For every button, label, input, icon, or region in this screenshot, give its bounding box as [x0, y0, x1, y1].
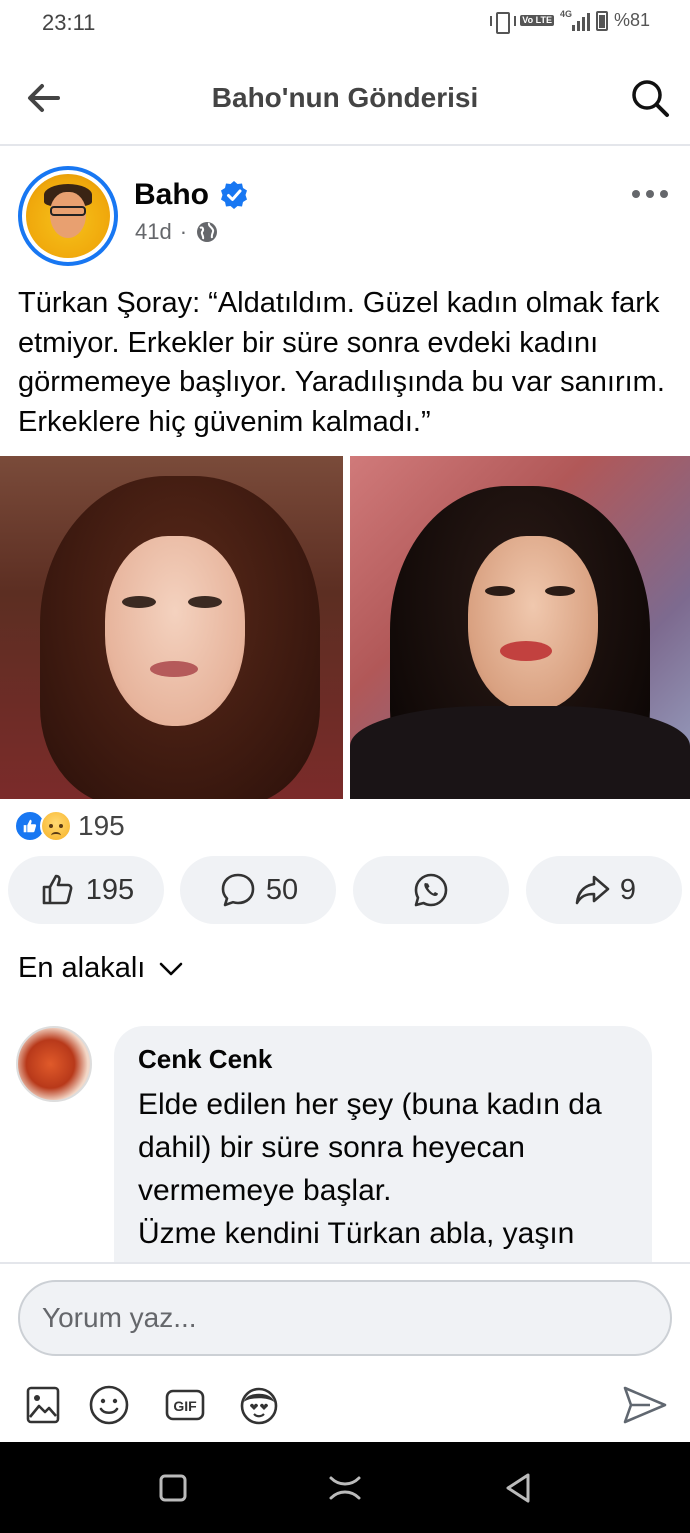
avatar-sticker-icon[interactable] [236, 1382, 282, 1428]
network-type: 4G [559, 8, 572, 19]
send-icon[interactable] [620, 1380, 670, 1430]
whatsapp-share-button[interactable] [353, 856, 509, 924]
post-photo-1[interactable] [0, 456, 343, 799]
back-nav-icon[interactable] [500, 1470, 536, 1506]
share-button[interactable]: 9 [526, 856, 682, 924]
volte-icon: Vo LTE [520, 15, 554, 26]
post-time[interactable]: 41d [135, 219, 172, 245]
vibrate-icon [488, 11, 517, 34]
gif-icon[interactable]: GIF [162, 1382, 208, 1428]
author-avatar[interactable] [18, 166, 118, 266]
commenter-avatar[interactable] [16, 1026, 92, 1102]
comment-sort-dropdown[interactable]: En alakalı [18, 952, 185, 985]
search-icon [632, 80, 669, 117]
page-title: Baho'nun Gönderisi [211, 82, 479, 113]
share-icon [575, 875, 610, 905]
recent-apps-icon[interactable] [155, 1470, 191, 1506]
app-header: Baho'nun Gönderisi [0, 48, 690, 146]
more-icon-dot [632, 190, 640, 198]
comment-button[interactable]: 50 [180, 856, 336, 924]
post-text: Türkan Şoray: “Aldatıldım. Güzel kadın o… [18, 287, 665, 438]
comment-icon [221, 873, 255, 907]
search-button[interactable] [628, 76, 672, 120]
meta-separator: · [179, 219, 188, 244]
reaction-count: 195 [78, 810, 125, 841]
share-count: 9 [619, 873, 637, 906]
sort-label: En alakalı [18, 952, 146, 984]
emoji-icon[interactable] [86, 1382, 132, 1428]
like-count: 195 [85, 873, 135, 906]
commenter-name[interactable]: Cenk Cenk [138, 1044, 628, 1075]
globe-icon [197, 222, 218, 242]
svg-text:GIF: GIF [173, 1398, 197, 1414]
post-photo-2[interactable] [350, 456, 690, 799]
post-author: Baho [134, 178, 249, 212]
battery-icon [595, 10, 608, 31]
comment-composer: GIF [0, 1262, 690, 1442]
chevron-down-icon [160, 962, 183, 975]
verified-icon [221, 181, 247, 209]
home-icon[interactable] [327, 1470, 363, 1506]
comment-count: 50 [265, 873, 299, 906]
status-icons: Vo LTE 4G %81 [488, 8, 650, 34]
author-name[interactable]: Baho [134, 178, 209, 212]
more-options-button[interactable] [632, 190, 668, 198]
comment-bubble: Cenk Cenk Elde edilen her şey (buna kadı… [114, 1026, 652, 1266]
status-time: 23:11 [42, 10, 96, 35]
signal-icon: 4G [559, 8, 590, 31]
photo-icon[interactable] [20, 1382, 66, 1428]
avatar-image [26, 174, 110, 258]
post-meta: 41d · [135, 219, 219, 245]
system-nav-bar [0, 1442, 690, 1533]
whatsapp-icon [414, 873, 448, 907]
battery-percent: %81 [613, 10, 650, 30]
like-icon [42, 874, 73, 905]
sad-reaction-icon [40, 810, 72, 842]
comment-text: Elde edilen her şey (buna kadın da dahil… [138, 1088, 602, 1250]
status-bar: 23:11 Vo LTE 4G %81 [0, 0, 690, 48]
reaction-summary[interactable]: 195 [14, 810, 125, 842]
comment-input[interactable] [18, 1280, 672, 1356]
like-button[interactable]: 195 [8, 856, 164, 924]
